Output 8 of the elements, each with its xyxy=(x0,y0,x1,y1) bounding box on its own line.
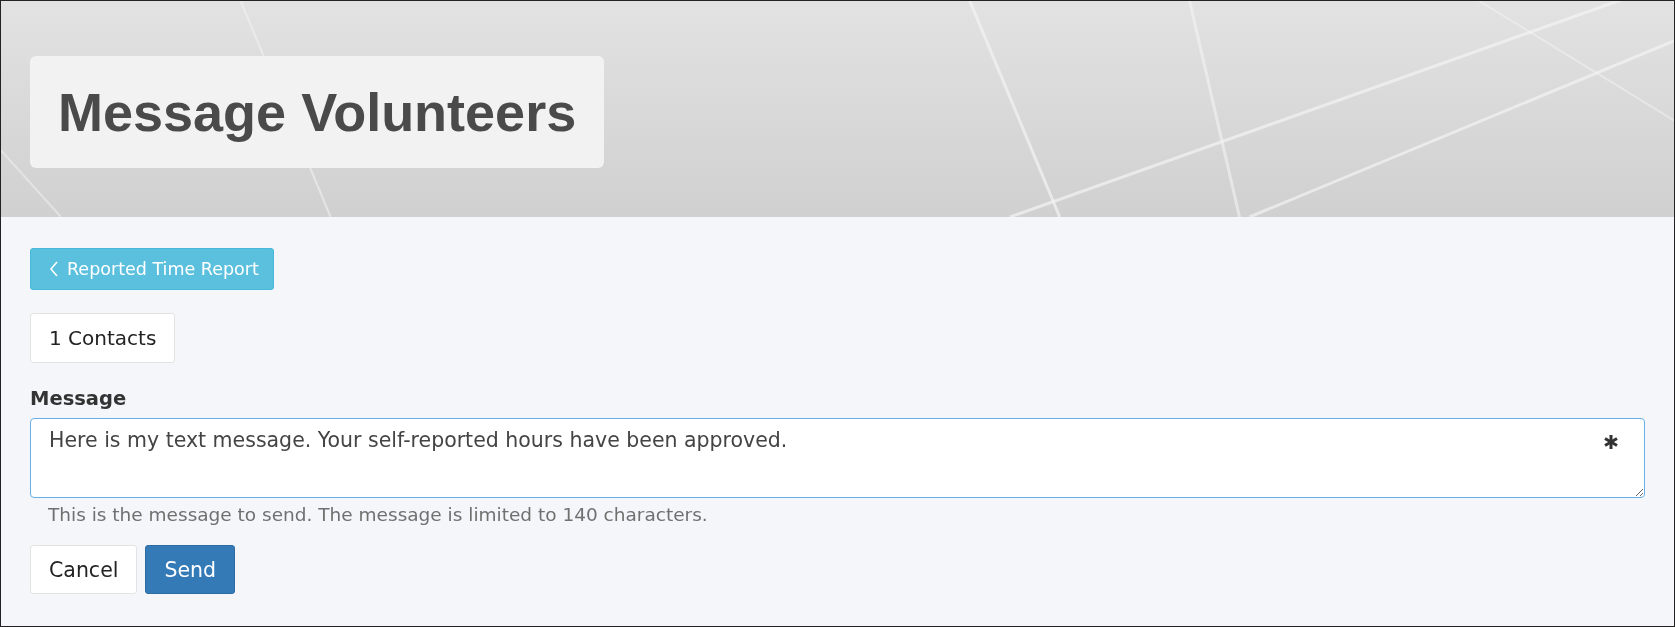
send-button[interactable]: Send xyxy=(145,545,236,594)
page-title: Message Volunteers xyxy=(58,81,577,143)
chevron-left-icon xyxy=(49,261,59,277)
help-text: This is the message to send. The message is limited to 140 characters. xyxy=(48,504,709,525)
contacts-count: 1 Contacts xyxy=(30,313,176,363)
message-field[interactable]: Here is my text message. Your self-reported hours have been approved. xyxy=(30,418,1645,498)
message-label: Message xyxy=(30,387,128,410)
cancel-button[interactable]: Cancel xyxy=(30,545,138,594)
